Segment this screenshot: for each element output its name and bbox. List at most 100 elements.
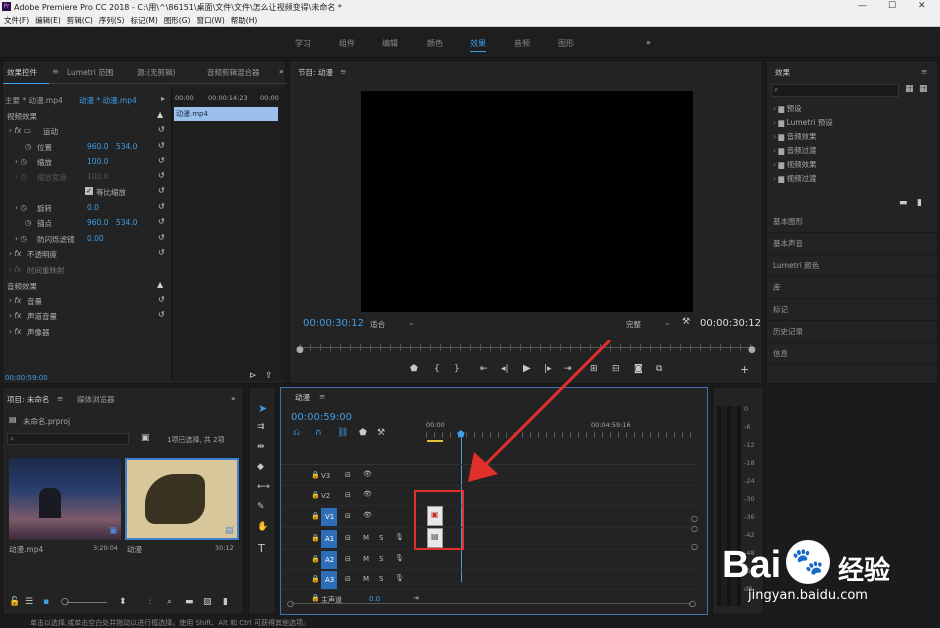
hand-tool-icon[interactable]: ✋ bbox=[257, 522, 268, 532]
quality-chevron-icon[interactable]: ⌄ bbox=[664, 318, 671, 327]
eye-icon[interactable]: 👁 bbox=[363, 490, 372, 498]
add-marker-icon[interactable]: ⬟ bbox=[410, 364, 418, 374]
accelerated-effects-icon[interactable]: ▦ bbox=[905, 84, 914, 94]
scroll-left-handle-icon[interactable]: ○ bbox=[287, 599, 294, 608]
mini-timeline-clip[interactable]: 动漫.mp4 bbox=[174, 107, 278, 121]
rotation-reset-icon[interactable]: ↺ bbox=[158, 202, 165, 211]
panel-info[interactable]: 信息 bbox=[767, 343, 937, 365]
menu-graphics[interactable]: 图形(G) bbox=[164, 14, 191, 27]
track-lock-icon[interactable]: 🔒 bbox=[311, 471, 320, 479]
effects-folder[interactable]: › ▆ 预设 bbox=[773, 103, 933, 117]
playhead-right-handle-icon[interactable]: ● bbox=[748, 345, 756, 355]
slip-tool-icon[interactable]: ⟷ bbox=[257, 482, 270, 492]
tab-effect-controls[interactable]: 效果控件 bbox=[7, 67, 37, 78]
nest-icon[interactable]: ⎌ bbox=[293, 428, 300, 438]
clip-dropdown-chevron-icon[interactable]: ▸ bbox=[161, 94, 165, 103]
solo-button[interactable]: S bbox=[379, 534, 383, 542]
sync-lock-icon[interactable]: ⊟ bbox=[345, 534, 351, 542]
antiflicker-reset-icon[interactable]: ↺ bbox=[158, 233, 165, 242]
master-clip-label[interactable]: 主要 * 动漫.mp4 bbox=[5, 95, 63, 106]
audio-scroll-handle-icon[interactable]: ○ bbox=[691, 542, 698, 551]
pen-tool-icon[interactable]: ✎ bbox=[257, 502, 265, 512]
snap-icon[interactable]: ∩ bbox=[315, 428, 322, 438]
effects-folder[interactable]: › ▆ Lumetri 预设 bbox=[773, 117, 933, 131]
32bit-effects-icon[interactable]: ▦ bbox=[919, 84, 928, 94]
anchor-x-value[interactable]: 960.0 bbox=[87, 218, 108, 227]
motion-toggle[interactable]: › fx ▭ bbox=[9, 126, 31, 135]
menu-sequence[interactable]: 序列(S) bbox=[99, 14, 125, 27]
tab-source[interactable]: 源:(无剪辑) bbox=[137, 67, 175, 78]
eye-icon[interactable]: 👁 bbox=[363, 511, 372, 519]
video-effects-menu-icon[interactable]: ▲ bbox=[157, 110, 163, 119]
menu-file[interactable]: 文件(F) bbox=[4, 14, 29, 27]
mark-in-icon[interactable]: { bbox=[434, 364, 440, 374]
workspace-effects[interactable]: 效果 bbox=[470, 38, 486, 52]
program-timecode-current[interactable]: 00:00:30:12 bbox=[303, 318, 364, 329]
scroll-right-handle-icon[interactable]: ○ bbox=[689, 599, 696, 608]
zoom-slider[interactable] bbox=[67, 602, 107, 603]
sync-lock-icon[interactable]: ⊟ bbox=[345, 512, 351, 520]
uniform-reset-icon[interactable]: ↺ bbox=[158, 186, 165, 195]
position-reset-icon[interactable]: ↺ bbox=[158, 141, 165, 150]
audio-effects-menu-icon[interactable]: ▲ bbox=[157, 280, 163, 289]
quality-dropdown[interactable]: 完整 bbox=[626, 319, 641, 330]
menu-marker[interactable]: 标记(M) bbox=[130, 14, 157, 27]
media-thumbnail-sequence[interactable]: ▤ bbox=[125, 458, 239, 540]
menu-clip[interactable]: 剪辑(C) bbox=[67, 14, 93, 27]
find-icon[interactable]: ▣ bbox=[141, 433, 150, 443]
fit-dropdown[interactable]: 适合 bbox=[370, 319, 385, 330]
comparison-view-icon[interactable]: ⧉ bbox=[656, 364, 662, 374]
filter-icon[interactable]: ⊳ bbox=[249, 371, 257, 381]
mic-icon[interactable]: 🎙 bbox=[395, 554, 404, 562]
workspace-audio[interactable]: 音频 bbox=[514, 38, 530, 49]
channel-volume-reset-icon[interactable]: ↺ bbox=[158, 310, 165, 319]
track-select-tool-icon[interactable]: ⇉ bbox=[257, 422, 265, 432]
effect-controls-timecode[interactable]: 00:00:59:00 bbox=[5, 374, 48, 382]
solo-button[interactable]: S bbox=[379, 555, 383, 563]
anchor-stopwatch-icon[interactable]: ◷ bbox=[25, 218, 32, 227]
position-stopwatch-icon[interactable]: ◷ bbox=[25, 142, 32, 151]
effects-title[interactable]: 效果 bbox=[775, 67, 790, 78]
camera-icon[interactable]: ◙ bbox=[634, 364, 643, 374]
vertical-scroll-top-handle-icon[interactable]: ○ bbox=[691, 514, 698, 523]
uniform-scale-checkbox[interactable]: ✓ bbox=[85, 187, 93, 195]
sort-icon[interactable]: ⬍ bbox=[119, 597, 127, 607]
workspace-learn[interactable]: 学习 bbox=[295, 38, 311, 49]
zoom-handle-icon[interactable]: ○ bbox=[61, 597, 69, 607]
position-y-value[interactable]: 534.0 bbox=[116, 142, 137, 151]
track-lock-icon[interactable]: 🔒 bbox=[311, 555, 320, 563]
solo-button[interactable]: S bbox=[379, 575, 383, 583]
volume-reset-icon[interactable]: ↺ bbox=[158, 295, 165, 304]
panel-markers[interactable]: 标记 bbox=[767, 299, 937, 321]
track-lock-icon[interactable]: 🔒 bbox=[311, 534, 320, 542]
antiflicker-value[interactable]: 0.00 bbox=[87, 234, 104, 243]
scale-reset-icon[interactable]: ↺ bbox=[158, 156, 165, 165]
track-lock-icon[interactable]: 🔒 bbox=[311, 512, 320, 520]
tab-lumetri-scopes[interactable]: Lumetri 范围 bbox=[67, 67, 113, 78]
export-frame-icon[interactable]: ⇪ bbox=[265, 371, 273, 381]
new-bin-icon[interactable]: ▬ bbox=[899, 198, 908, 208]
effects-folder[interactable]: › ▆ 音频过渡 bbox=[773, 145, 933, 159]
time-remap-toggle[interactable]: › fx bbox=[9, 265, 21, 274]
mic-icon[interactable]: 🎙 bbox=[395, 533, 404, 541]
list-view-icon[interactable]: ☰ bbox=[25, 597, 33, 607]
clear-icon[interactable]: ▮ bbox=[223, 597, 228, 607]
antiflicker-expand-icon[interactable]: › ◷ bbox=[15, 234, 27, 243]
panel-history[interactable]: 历史记录 bbox=[767, 321, 937, 343]
project-search-input[interactable]: ⌕ bbox=[7, 433, 129, 445]
menu-window[interactable]: 窗口(W) bbox=[196, 14, 224, 27]
delete-icon[interactable]: ▮ bbox=[917, 198, 922, 208]
sync-lock-icon[interactable]: ⊟ bbox=[345, 575, 351, 583]
scale-value[interactable]: 100.0 bbox=[87, 157, 108, 166]
master-end-icon[interactable]: ⇥ bbox=[413, 594, 419, 602]
tab-project-menu-icon[interactable]: ≡ bbox=[57, 394, 63, 403]
mute-button[interactable]: M bbox=[363, 534, 369, 542]
project-search-icon[interactable]: ⌕ bbox=[167, 597, 172, 607]
program-menu-icon[interactable]: ≡ bbox=[340, 67, 346, 76]
workspace-color[interactable]: 颜色 bbox=[427, 38, 443, 49]
menu-help[interactable]: 帮助(H) bbox=[231, 14, 258, 27]
motion-reset-icon[interactable]: ↺ bbox=[158, 125, 165, 134]
timeline-title[interactable]: 动漫 bbox=[295, 392, 310, 403]
close-button[interactable]: ✕ bbox=[918, 1, 926, 11]
panel-libraries[interactable]: 库 bbox=[767, 277, 937, 299]
